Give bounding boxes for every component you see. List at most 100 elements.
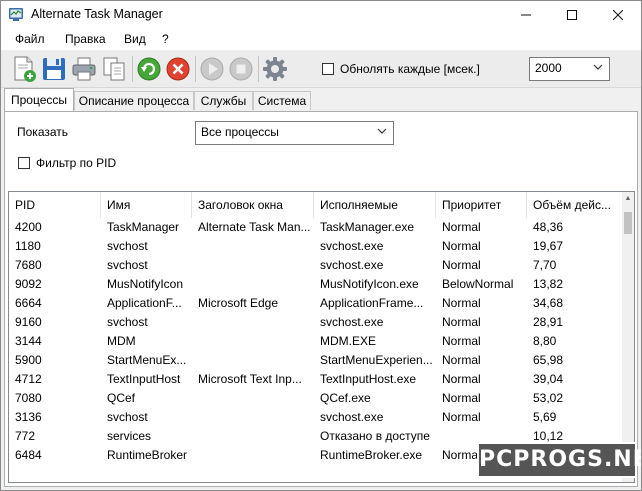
refresh-icon [137,57,161,81]
table-row[interactable]: 1180 svchost svchost.exe Normal 19,67 [9,237,622,256]
cell-working-set: 34,68 [533,296,564,310]
auto-refresh-checkbox[interactable] [322,63,334,75]
table-row[interactable]: 4712 TextInputHost Microsoft Text Inp... Te… [9,370,622,389]
cell-pid: 4200 [15,220,42,234]
table-row[interactable]: 7680 svchost svchost.exe Normal 7,70 [9,256,622,275]
close-icon [612,9,624,21]
column-header-name[interactable]: Имя [101,192,192,218]
cell-name: services [107,429,152,443]
table-row[interactable]: 6664 ApplicationF... Microsoft Edge Applica… [9,294,622,313]
cell-executable: QCef.exe [320,391,371,405]
cell-executable: svchost.exe [320,258,384,272]
table-row[interactable]: 5900 StartMenuEx... StartMenuExperien... No… [9,351,622,370]
cell-executable: StartMenuExperien... [320,353,433,367]
chevron-down-icon [593,64,603,70]
cell-pid: 4712 [15,372,42,386]
process-table: PID Имя Заголовок окна Исполняемые Приор… [8,191,635,483]
save-icon [43,58,65,80]
refresh-interval-select[interactable]: 2000 [529,57,610,81]
close-button[interactable] [595,1,641,28]
menu-edit[interactable]: Правка [65,32,106,46]
cell-window-title [192,256,314,275]
table-row[interactable]: 3136 svchost svchost.exe Normal 5,69 [9,408,622,427]
cell-priority: Normal [442,372,481,386]
cell-name: svchost [107,410,148,424]
toolbar-separator [132,56,133,82]
cell-window-title [192,351,314,370]
cell-pid: 7080 [15,391,42,405]
window-title: Alternate Task Manager [31,7,163,21]
title-bar[interactable]: Alternate Task Manager [1,1,641,28]
cell-priority: Normal [442,220,481,234]
column-header-priority[interactable]: Приоритет [436,192,527,218]
cell-window-title [192,332,314,351]
print-icon [72,57,96,81]
cell-working-set: 5,69 [533,410,557,424]
tab-processes[interactable]: Процессы [4,88,74,111]
cell-executable: MusNotifyIcon.exe [320,277,419,291]
tab-process-description[interactable]: Описание процесса [74,91,194,110]
app-icon [9,8,23,21]
cell-name: TaskManager [107,220,180,234]
column-header-window-title[interactable]: Заголовок окна [192,192,314,218]
auto-refresh-label: Обнолять каждые [мсек.] [340,62,480,76]
cell-name: TextInputHost [107,372,181,386]
refresh-button[interactable] [134,54,164,84]
table-row[interactable]: 3144 MDM MDM.EXE Normal 8,80 [9,332,622,351]
cell-working-set: 8,80 [533,334,557,348]
menu-file[interactable]: Файл [15,32,45,46]
processes-page: Показать Все процессы Фильтр по PID PID … [4,111,638,487]
cell-pid: 3144 [15,334,42,348]
stop-icon [229,57,253,81]
process-filter-value: Все процессы [201,125,279,139]
cell-working-set: 65,98 [533,353,564,367]
table-row[interactable]: 9160 svchost svchost.exe Normal 28,91 [9,313,622,332]
chevron-down-icon [377,128,387,134]
scroll-up-icon[interactable]: ▲ [622,192,634,206]
minimize-button[interactable] [503,1,549,28]
cell-executable: svchost.exe [320,315,384,329]
cell-name: svchost [107,239,148,253]
cell-priority: Normal [442,410,481,424]
cell-name: StartMenuEx... [107,353,187,367]
toolbar: Обнолять каждые [мсек.] 2000 [1,51,641,88]
new-process-icon [14,56,36,82]
column-header-working-set[interactable]: Объём дейс... [527,192,622,218]
copy-button[interactable] [99,54,129,84]
column-header-executable[interactable]: Исполняемые [314,192,436,218]
cell-name: svchost [107,258,148,272]
new-process-button[interactable] [9,54,39,84]
cell-window-title [192,446,314,465]
tab-services[interactable]: Службы [194,91,253,110]
process-filter-select[interactable]: Все процессы [195,121,394,145]
resume-button[interactable] [197,54,227,84]
end-process-button[interactable] [163,54,193,84]
cell-pid: 7680 [15,258,42,272]
pid-filter-label: Фильтр по PID [36,156,117,170]
tab-system[interactable]: Система [253,91,311,110]
stop-button[interactable] [226,54,256,84]
table-row[interactable]: 9092 MusNotifyIcon MusNotifyIcon.exe BelowN… [9,275,622,294]
cell-pid: 6484 [15,448,42,462]
maximize-button[interactable] [549,1,595,28]
table-row[interactable]: 4200 TaskManager Alternate Task Man... Task… [9,218,622,237]
scrollbar-thumb[interactable] [624,212,632,234]
cell-name: MDM [107,334,136,348]
save-button[interactable] [39,54,69,84]
table-row[interactable]: 7080 QCef QCef.exe Normal 53,02 [9,389,622,408]
maximize-icon [567,10,577,21]
cell-window-title: Microsoft Edge [198,296,279,310]
cell-pid: 5900 [15,353,42,367]
cell-executable: Отказано в доступе [320,429,430,443]
menu-help[interactable]: ? [162,32,169,46]
pid-filter-checkbox[interactable] [18,157,30,169]
cell-working-set: 28,91 [533,315,564,329]
print-button[interactable] [69,54,99,84]
cell-name: QCef [107,391,136,405]
vertical-scrollbar[interactable]: ▲ ▼ [622,192,634,482]
column-header-pid[interactable]: PID [9,192,101,218]
cell-name: RuntimeBroker [107,448,188,462]
settings-button[interactable] [260,54,290,84]
cell-name: svchost [107,315,148,329]
menu-view[interactable]: Вид [124,32,146,46]
